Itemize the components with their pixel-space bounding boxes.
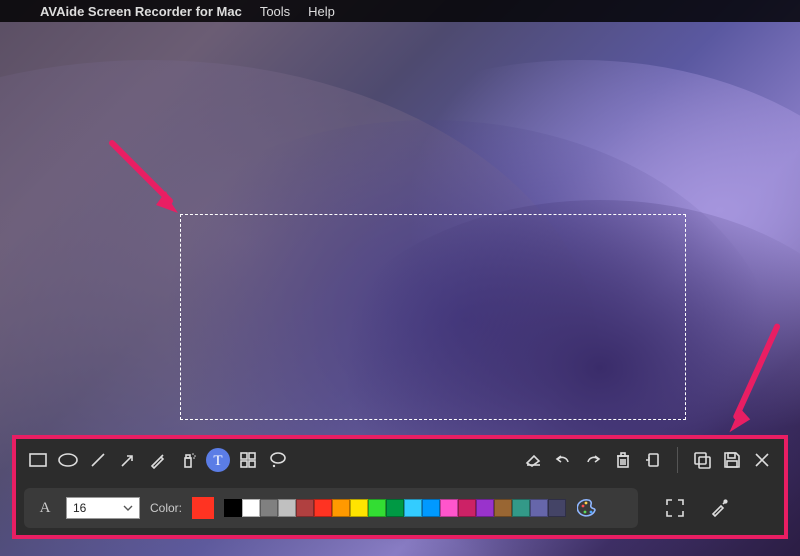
palette-icon[interactable]: [576, 496, 600, 520]
color-swatch[interactable]: [530, 499, 548, 517]
annotation-arrow-to-save: [721, 318, 800, 452]
color-swatch[interactable]: [296, 499, 314, 517]
menu-help[interactable]: Help: [308, 4, 335, 19]
line-tool[interactable]: [86, 448, 110, 472]
color-swatch[interactable]: [350, 499, 368, 517]
delete-button[interactable]: [611, 448, 635, 472]
spray-tool[interactable]: [176, 448, 200, 472]
eraser-tool[interactable]: [521, 448, 545, 472]
color-swatch[interactable]: [512, 499, 530, 517]
save-button[interactable]: [720, 448, 744, 472]
copy-button[interactable]: [690, 448, 714, 472]
redo-button[interactable]: [581, 448, 605, 472]
font-size-select[interactable]: 16: [66, 497, 140, 519]
current-color[interactable]: [192, 497, 214, 519]
undo-button[interactable]: [551, 448, 575, 472]
color-swatch[interactable]: [476, 499, 494, 517]
close-button[interactable]: [750, 448, 774, 472]
color-swatch[interactable]: [386, 499, 404, 517]
blur-tool[interactable]: [236, 448, 260, 472]
color-picker-button[interactable]: [708, 497, 730, 519]
color-swatch[interactable]: [314, 499, 332, 517]
text-tool[interactable]: T: [206, 448, 230, 472]
color-swatch[interactable]: [440, 499, 458, 517]
svg-text:T: T: [213, 453, 222, 469]
color-swatch[interactable]: [278, 499, 296, 517]
color-swatch[interactable]: [494, 499, 512, 517]
color-swatch[interactable]: [422, 499, 440, 517]
callout-tool[interactable]: [266, 448, 290, 472]
font-label: A: [34, 497, 56, 519]
menu-tools[interactable]: Tools: [260, 4, 290, 19]
pin-button[interactable]: [641, 448, 665, 472]
menubar: AVAide Screen Recorder for Mac Tools Hel…: [0, 0, 800, 22]
annotation-arrow-to-selection: [100, 135, 200, 235]
app-name: AVAide Screen Recorder for Mac: [40, 4, 242, 19]
color-label: Color:: [150, 501, 182, 515]
capture-selection[interactable]: [180, 214, 686, 420]
pencil-tool[interactable]: [146, 448, 170, 472]
ellipse-tool[interactable]: [56, 448, 80, 472]
fullscreen-button[interactable]: [664, 497, 686, 519]
annotation-toolbar: T A 16 Color:: [12, 435, 788, 539]
arrow-tool[interactable]: [116, 448, 140, 472]
color-swatch[interactable]: [404, 499, 422, 517]
chevron-down-icon: [123, 505, 133, 511]
color-swatch[interactable]: [224, 499, 242, 517]
color-swatch[interactable]: [242, 499, 260, 517]
color-swatch[interactable]: [260, 499, 278, 517]
swatch-row: [224, 499, 566, 517]
color-swatch[interactable]: [368, 499, 386, 517]
color-swatch[interactable]: [548, 499, 566, 517]
color-swatch[interactable]: [332, 499, 350, 517]
color-swatch[interactable]: [458, 499, 476, 517]
font-size-value: 16: [73, 501, 86, 515]
rectangle-tool[interactable]: [26, 448, 50, 472]
